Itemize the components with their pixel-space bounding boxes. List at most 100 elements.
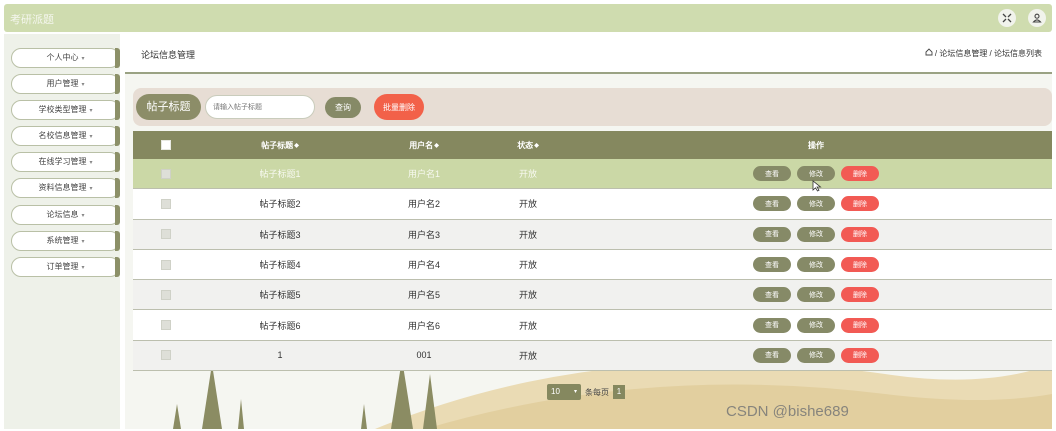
- watermark: CSDN @bishe689: [726, 403, 849, 420]
- edit-button[interactable]: 修改: [797, 347, 835, 363]
- cell-title: 1: [277, 350, 283, 361]
- sort-icon: ◆: [294, 142, 299, 149]
- search-panel: 帖子标题 查询 批量删除: [133, 88, 1052, 126]
- sidebar-item-school-types[interactable]: 学校类型管理 ▾: [11, 100, 120, 120]
- cell-username: 用户名1: [407, 169, 440, 180]
- chevron-down-icon: ▾: [89, 134, 93, 140]
- main-content: 论坛信息管理 / 论坛信息管理 / 论坛信息列表 帖子标题 查询 批量删除 帖子…: [125, 34, 1052, 429]
- view-button[interactable]: 查看: [753, 287, 791, 303]
- sidebar-item-orders[interactable]: 订单管理 ▾: [11, 257, 120, 277]
- row-select-cell: [133, 280, 199, 309]
- breadcrumb-text: / 论坛信息管理 / 论坛信息列表: [934, 49, 1042, 58]
- expand-icon[interactable]: [998, 9, 1016, 27]
- table-row[interactable]: 帖子标题4 用户名4 开放 查看 修改 删除: [133, 249, 1052, 281]
- delete-button[interactable]: 删除: [841, 196, 879, 212]
- delete-button[interactable]: 删除: [841, 347, 879, 363]
- table-row[interactable]: 帖子标题3 用户名3 开放 查看 修改 删除: [133, 219, 1052, 250]
- row-select-cell: [133, 189, 199, 218]
- page-size-select[interactable]: 10 ▾: [547, 384, 581, 400]
- batch-delete-button[interactable]: 批量删除: [374, 94, 424, 120]
- chevron-down-icon: ▾: [81, 82, 85, 88]
- table-body: 帖子标题1 用户名1 开放 查看 修改 删除 帖子标题2 用户名2 开放 查看 修改 删除 帖子标题3 用…: [133, 159, 1052, 372]
- row-select-cell: [133, 310, 199, 339]
- delete-button[interactable]: 删除: [841, 287, 879, 303]
- cell-status: 开放: [518, 290, 537, 301]
- cell-ops: 查看 修改 删除: [593, 250, 1039, 279]
- cell-title: 帖子标题3: [259, 229, 301, 240]
- table-row[interactable]: 帖子标题5 用户名5 开放 查看 修改 删除: [133, 280, 1052, 311]
- delete-button[interactable]: 删除: [841, 226, 879, 242]
- table-header: 帖子标题 ◆ 用户名 ◆ 状态 ◆ 操作: [133, 131, 1052, 159]
- edit-button[interactable]: 修改: [797, 257, 835, 273]
- cell-status: 开放: [518, 350, 537, 361]
- col-ops-header: 操作: [808, 140, 824, 150]
- cell-ops: 查看 修改 删除: [593, 280, 1039, 309]
- chevron-down-icon: ▾: [81, 56, 85, 62]
- cell-username: 用户名6: [407, 320, 440, 331]
- row-select-cell: [133, 220, 199, 249]
- row-checkbox[interactable]: [161, 198, 171, 209]
- pagination: 10 ▾ 条每页 1: [547, 384, 625, 400]
- delete-button[interactable]: 删除: [841, 257, 879, 273]
- cell-ops: 查看 修改 删除: [593, 310, 1039, 339]
- sidebar-item-famous-schools[interactable]: 名校信息管理 ▾: [11, 126, 120, 146]
- forum-table: 帖子标题 ◆ 用户名 ◆ 状态 ◆ 操作 帖子标题1 用户名1 开放 查看 修改 删除 帖子标题2…: [133, 131, 1052, 372]
- cell-title: 帖子标题5: [259, 290, 301, 301]
- view-button[interactable]: 查看: [753, 317, 791, 333]
- breadcrumb: / 论坛信息管理 / 论坛信息列表: [925, 48, 1042, 59]
- sort-icon: ◆: [534, 142, 539, 149]
- sidebar-item-personal-center[interactable]: 个人中心 ▾: [11, 48, 120, 68]
- cell-ops: 查看 修改 删除: [593, 341, 1039, 370]
- search-input[interactable]: [205, 95, 315, 119]
- query-button[interactable]: 查询: [325, 97, 361, 118]
- sidebar-item-users[interactable]: 用户管理 ▾: [11, 74, 120, 94]
- view-button[interactable]: 查看: [753, 347, 791, 363]
- row-select-cell: [133, 341, 199, 370]
- cell-status: 开放: [518, 199, 537, 210]
- row-checkbox[interactable]: [161, 168, 171, 179]
- per-page-label: 条每页: [585, 387, 609, 397]
- cell-status: 开放: [518, 229, 537, 240]
- col-status-header[interactable]: 状态 ◆: [483, 131, 573, 159]
- row-checkbox[interactable]: [161, 229, 171, 240]
- sort-icon: ◆: [434, 142, 439, 149]
- cell-username: 001: [416, 350, 432, 361]
- cell-username: 用户名3: [407, 229, 440, 240]
- row-checkbox[interactable]: [161, 259, 171, 270]
- table-row[interactable]: 1 001 开放 查看 修改 删除: [133, 340, 1052, 372]
- delete-button[interactable]: 删除: [841, 317, 879, 333]
- mouse-cursor-icon: [812, 180, 822, 192]
- edit-button[interactable]: 修改: [797, 226, 835, 242]
- home-icon[interactable]: [925, 48, 933, 58]
- view-button[interactable]: 查看: [753, 196, 791, 212]
- edit-button[interactable]: 修改: [797, 317, 835, 333]
- edit-button[interactable]: 修改: [797, 287, 835, 303]
- cell-title: 帖子标题1: [259, 169, 301, 180]
- sidebar-item-system[interactable]: 系统管理 ▾: [11, 231, 120, 251]
- view-button[interactable]: 查看: [753, 166, 791, 182]
- sidebar: 个人中心 ▾ 用户管理 ▾ 学校类型管理 ▾ 名校信息管理 ▾ 在线学习管理 ▾ 资料信息…: [4, 34, 120, 429]
- sidebar-item-forum[interactable]: 论坛信息 ▾: [11, 205, 120, 225]
- row-checkbox[interactable]: [161, 320, 171, 331]
- cell-ops: 查看 修改 删除: [593, 220, 1039, 249]
- view-button[interactable]: 查看: [753, 226, 791, 242]
- cell-ops: 查看 修改 删除: [593, 189, 1039, 218]
- row-checkbox[interactable]: [161, 289, 171, 300]
- delete-button[interactable]: 删除: [841, 166, 879, 182]
- table-row[interactable]: 帖子标题6 用户名6 开放 查看 修改 删除: [133, 310, 1052, 341]
- col-username-header[interactable]: 用户名 ◆: [359, 131, 489, 159]
- sidebar-item-online-learning[interactable]: 在线学习管理 ▾: [11, 152, 120, 172]
- col-title-header[interactable]: 帖子标题 ◆: [215, 131, 345, 159]
- chevron-down-icon: ▾: [89, 108, 93, 114]
- table-row[interactable]: 帖子标题2 用户名2 开放 查看 修改 删除: [133, 189, 1052, 220]
- select-all-checkbox[interactable]: [161, 140, 171, 150]
- view-button[interactable]: 查看: [753, 257, 791, 273]
- chevron-down-icon: ▾: [89, 160, 93, 166]
- edit-button[interactable]: 修改: [797, 196, 835, 212]
- edit-button[interactable]: 修改: [797, 166, 835, 182]
- row-checkbox[interactable]: [161, 350, 171, 361]
- user-icon[interactable]: [1028, 9, 1046, 27]
- page-number-current[interactable]: 1: [613, 385, 625, 399]
- table-row[interactable]: 帖子标题1 用户名1 开放 查看 修改 删除: [133, 159, 1052, 190]
- sidebar-item-materials[interactable]: 资料信息管理 ▾: [11, 178, 120, 198]
